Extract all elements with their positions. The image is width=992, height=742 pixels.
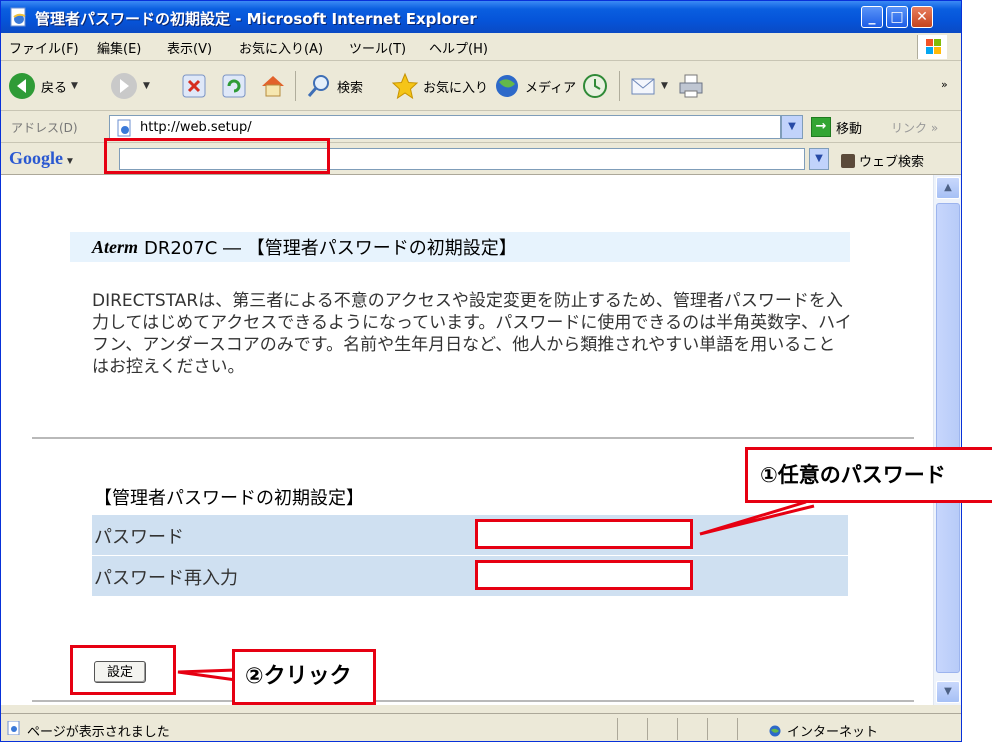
stop-button[interactable] bbox=[181, 69, 207, 103]
scroll-down-icon[interactable]: ▼ bbox=[936, 681, 960, 703]
password-confirm-input[interactable] bbox=[475, 560, 693, 590]
standard-toolbar: 戻る ▼ ▼ 検索 お気に入り メディア ▼ » bbox=[1, 61, 961, 111]
refresh-button[interactable] bbox=[221, 69, 247, 103]
window-title: 管理者パスワードの初期設定 - Microsoft Internet Explo… bbox=[35, 10, 477, 28]
web-search-button[interactable]: ウェブ検索 bbox=[841, 151, 924, 170]
forward-dropdown-icon[interactable]: ▼ bbox=[143, 81, 150, 91]
media-label: メディア bbox=[525, 80, 577, 96]
menu-edit[interactable]: 編集(E) bbox=[97, 38, 141, 57]
menu-bar: ファイル(F) 編集(E) 表示(V) お気に入り(A) ツール(T) ヘルプ(… bbox=[1, 33, 961, 61]
status-separator bbox=[737, 718, 738, 740]
password-confirm-row: パスワード再入力 bbox=[92, 556, 848, 596]
address-dropdown-icon[interactable]: ▼ bbox=[781, 115, 803, 139]
media-button[interactable]: メディア bbox=[493, 69, 576, 103]
password-confirm-label: パスワード再入力 bbox=[94, 568, 238, 589]
ie-page-icon bbox=[10, 7, 26, 27]
status-separator bbox=[677, 718, 678, 740]
links-button[interactable]: リンク » bbox=[891, 119, 938, 136]
maximize-button[interactable]: □ bbox=[886, 6, 908, 28]
menu-help[interactable]: ヘルプ(H) bbox=[429, 38, 488, 57]
zone-label: インターネット bbox=[787, 725, 879, 740]
favorites-star-icon bbox=[391, 72, 419, 100]
history-button[interactable] bbox=[581, 69, 609, 103]
history-icon bbox=[583, 74, 607, 98]
web-search-label: ウェブ検索 bbox=[859, 155, 925, 170]
forward-arrow-icon bbox=[111, 73, 137, 99]
password-input[interactable] bbox=[475, 519, 693, 549]
go-arrow-icon: → bbox=[811, 117, 831, 137]
back-button[interactable]: 戻る ▼ bbox=[7, 69, 78, 103]
globe-icon bbox=[769, 725, 781, 736]
scrollbar-thumb[interactable] bbox=[936, 203, 960, 673]
callout-click: ②クリック bbox=[232, 649, 376, 705]
google-logo: Google bbox=[9, 148, 63, 168]
divider bbox=[32, 437, 914, 439]
password-row: パスワード bbox=[92, 515, 848, 555]
home-button[interactable] bbox=[259, 69, 287, 103]
search-label: 検索 bbox=[337, 80, 364, 96]
google-dropdown-icon[interactable]: ▼ bbox=[809, 148, 829, 170]
back-dropdown-icon[interactable]: ▼ bbox=[71, 81, 78, 91]
toolbar-separator bbox=[619, 71, 620, 101]
status-separator bbox=[707, 718, 708, 740]
binoculars-icon bbox=[841, 153, 855, 168]
windows-logo-icon bbox=[917, 35, 947, 59]
section-title: 【管理者パスワードの初期設定】 bbox=[94, 488, 364, 509]
scroll-up-icon[interactable]: ▲ bbox=[936, 177, 960, 199]
mail-dropdown-icon[interactable]: ▼ bbox=[661, 81, 668, 91]
toolbar-separator bbox=[295, 71, 296, 101]
refresh-icon bbox=[222, 74, 246, 98]
search-button[interactable]: 検索 bbox=[305, 69, 363, 103]
status-bar: ページが表示されました インターネット bbox=[1, 713, 961, 741]
aterm-brand: Aterm bbox=[92, 236, 139, 257]
divider bbox=[32, 700, 914, 702]
minimize-button[interactable]: _ bbox=[861, 6, 883, 28]
mail-button[interactable]: ▼ bbox=[629, 69, 668, 103]
password-label: パスワード bbox=[94, 527, 184, 548]
google-logo-button[interactable]: Google ▼ bbox=[9, 148, 75, 169]
favorites-label: お気に入り bbox=[423, 80, 489, 96]
intro-paragraph: DIRECTSTARは、第三者による不意のアクセスや設定変更を防止するため、管理… bbox=[92, 291, 852, 377]
menu-tools[interactable]: ツール(T) bbox=[349, 38, 406, 57]
go-label: 移動 bbox=[836, 121, 863, 137]
forward-button[interactable]: ▼ bbox=[109, 69, 150, 103]
favorites-button[interactable]: お気に入り bbox=[391, 69, 488, 103]
back-arrow-icon bbox=[9, 73, 35, 99]
mail-icon bbox=[631, 78, 655, 95]
page-icon bbox=[117, 119, 131, 137]
home-icon bbox=[262, 76, 284, 97]
status-text: ページが表示されました bbox=[27, 725, 170, 740]
submit-button[interactable]: 設定 bbox=[94, 661, 146, 683]
back-label: 戻る bbox=[41, 80, 68, 96]
security-zone: インターネット bbox=[769, 721, 878, 740]
close-button[interactable]: ✕ bbox=[911, 6, 933, 28]
address-highlight-box bbox=[104, 138, 330, 174]
title-bar[interactable]: 管理者パスワードの初期設定 - Microsoft Internet Explo… bbox=[1, 1, 961, 33]
print-icon bbox=[679, 74, 703, 98]
status-separator bbox=[647, 718, 648, 740]
print-button[interactable] bbox=[677, 69, 705, 103]
status-separator bbox=[617, 718, 618, 740]
toolbar-overflow-button[interactable]: » bbox=[941, 67, 948, 101]
media-icon bbox=[496, 75, 518, 97]
address-input[interactable]: http://web.setup/ bbox=[109, 115, 781, 139]
search-icon bbox=[307, 75, 329, 97]
go-button[interactable]: → 移動 bbox=[811, 117, 862, 137]
page-loaded-icon bbox=[7, 721, 20, 735]
callout-enter-password: ①任意のパスワード bbox=[745, 447, 992, 503]
address-url: http://web.setup/ bbox=[140, 120, 252, 135]
address-label: アドレス(D) bbox=[11, 121, 78, 135]
menu-file[interactable]: ファイル(F) bbox=[9, 38, 79, 57]
vertical-scrollbar[interactable]: ▲ ▼ bbox=[933, 175, 961, 705]
stop-icon bbox=[182, 74, 206, 98]
page-title: Aterm DR207C ― 【管理者パスワードの初期設定】 bbox=[70, 232, 850, 262]
menu-favorites[interactable]: お気に入り(A) bbox=[239, 38, 323, 57]
menu-view[interactable]: 表示(V) bbox=[167, 38, 212, 57]
page-title-text: DR207C ― 【管理者パスワードの初期設定】 bbox=[144, 238, 517, 259]
